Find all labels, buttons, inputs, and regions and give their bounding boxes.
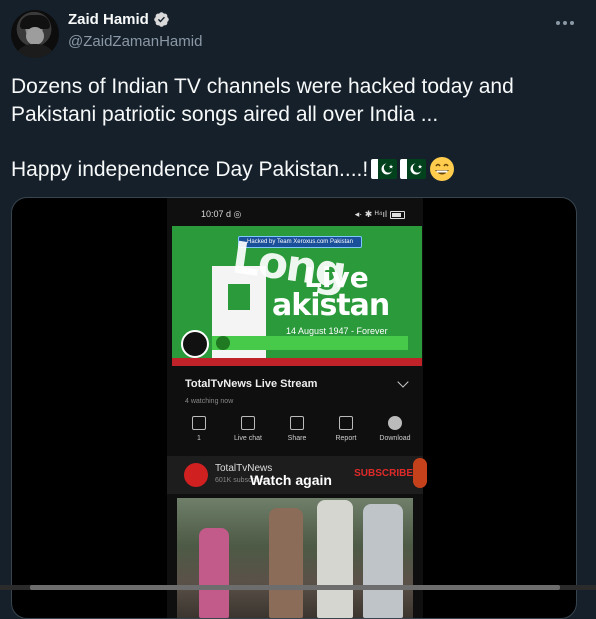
video-progress-bar (212, 336, 408, 350)
author-name-row[interactable]: Zaid Hamid (68, 11, 170, 28)
author-avatar[interactable] (11, 10, 59, 58)
stream-title: TotalTvNews Live Stream (185, 378, 318, 390)
tweet-text: Dozens of Indian TV channels were hacked… (11, 73, 581, 184)
avatar-shoulders (13, 44, 57, 58)
chevron-down-icon (397, 376, 409, 388)
tweet-line-2-text: Happy independence Day Pakistan....! (11, 158, 369, 181)
horizontal-scrollbar[interactable] (0, 585, 596, 590)
watching-count: 4 watching now (185, 398, 234, 405)
subscribe-label: SUBSCRIBE (354, 468, 413, 479)
author-handle[interactable]: @ZaidZamanHamid (68, 33, 202, 50)
subscribe-glow (413, 458, 427, 488)
street-scene-image (177, 498, 413, 618)
tweet-media-video[interactable]: 10:07 d ◎ ◂· ✱ ᴴ⁴ıl Hacked by Team Xerox… (11, 197, 577, 619)
phone-status-bar: 10:07 d ◎ ◂· ✱ ᴴ⁴ıl (167, 206, 423, 222)
channel-watermark-icon (181, 330, 209, 358)
share-icon (290, 416, 304, 430)
download-action: Download (371, 416, 419, 442)
banner-line-3: akistan (272, 288, 390, 323)
battery-icon (390, 210, 405, 219)
video-bottom-stripe (172, 358, 422, 366)
report-action: Report (322, 416, 370, 442)
street-figure (363, 504, 403, 618)
video-actions: 1 Live chat Share Report Download (175, 416, 419, 442)
avatar-face (26, 27, 44, 45)
dislike-icon (192, 416, 206, 430)
more-options-icon[interactable] (554, 12, 576, 34)
status-time: 10:07 d ◎ (201, 209, 242, 219)
pakistan-flag-icon (400, 159, 427, 179)
scrollbar-thumb[interactable] (30, 585, 560, 590)
phone-screen-recording: 10:07 d ◎ ◂· ✱ ᴴ⁴ıl Hacked by Team Xerox… (167, 198, 427, 618)
tweet-line-2: Happy independence Day Pakistan....! (11, 156, 581, 184)
street-figure (199, 528, 229, 618)
author-name[interactable]: Zaid Hamid (68, 11, 149, 28)
street-figure (317, 500, 353, 618)
dislike-action: 1 (175, 416, 223, 442)
grinning-face-icon (429, 156, 455, 182)
street-figure (269, 508, 303, 618)
verified-badge-icon (154, 12, 169, 27)
status-icons: ◂· ✱ ᴴ⁴ıl (355, 209, 405, 220)
progress-knob (216, 336, 230, 350)
banner-date: 14 August 1947 - Forever (286, 326, 388, 336)
watch-again-button[interactable]: Watch again (250, 472, 332, 488)
tweet-line-1: Dozens of Indian TV channels were hacked… (11, 75, 514, 126)
pakistan-flag-icon (371, 159, 398, 179)
video-frame: Hacked by Team Xeroxus.com Pakistan Long… (172, 226, 422, 366)
download-icon (388, 416, 402, 430)
channel-logo (184, 463, 208, 487)
share-action: Share (273, 416, 321, 442)
flag-icon (339, 416, 353, 430)
live-chat-action: Live chat (224, 416, 272, 442)
chat-icon (241, 416, 255, 430)
